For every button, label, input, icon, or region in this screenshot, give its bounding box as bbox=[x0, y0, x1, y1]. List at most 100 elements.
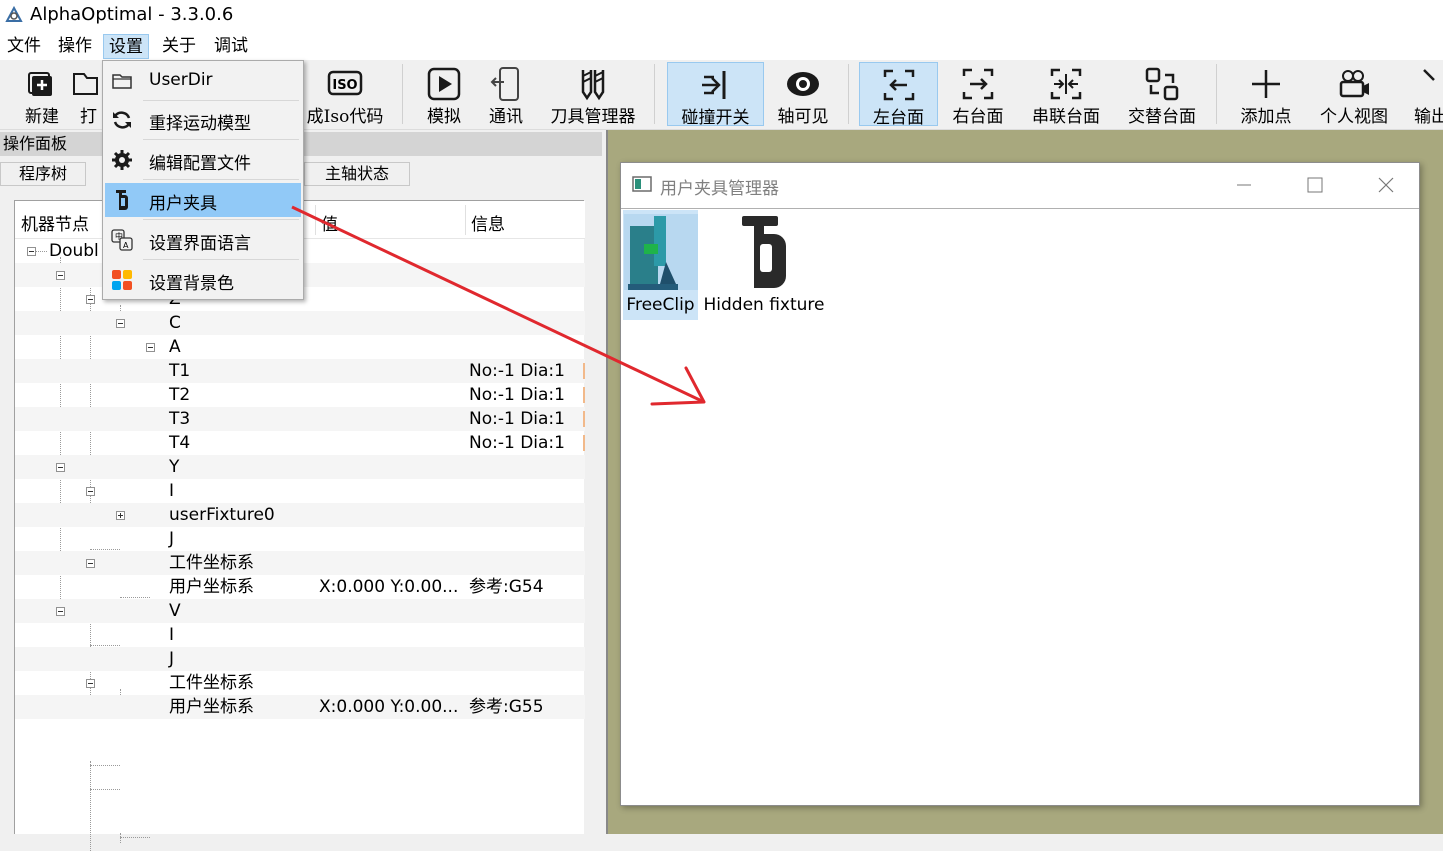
menu-debug[interactable]: 调试 bbox=[209, 34, 253, 59]
collision-icon bbox=[701, 71, 725, 99]
window-icon bbox=[632, 176, 652, 192]
tree-row[interactable]: J bbox=[15, 647, 585, 671]
tree-row[interactable]: Y bbox=[15, 455, 585, 479]
simulate-button[interactable]: 模拟 bbox=[416, 62, 472, 127]
tree-row[interactable]: T1 No:-1 Dia:1 bbox=[15, 359, 585, 383]
menu-bar: 文件 操作 设置 关于 调试 bbox=[0, 32, 1443, 60]
svg-text:ISO: ISO bbox=[332, 78, 357, 93]
tree-row[interactable]: T3 No:-1 Dia:1 bbox=[15, 407, 585, 431]
tree-row[interactable]: A bbox=[15, 335, 585, 359]
iso-icon: ISO bbox=[327, 70, 363, 96]
tree-row[interactable]: T2 No:-1 Dia:1 bbox=[15, 383, 585, 407]
alternate-table-icon bbox=[1145, 67, 1179, 101]
add-point-button[interactable]: 添加点 bbox=[1236, 62, 1296, 127]
right-table-button[interactable]: 右台面 bbox=[945, 62, 1011, 127]
tree-row[interactable]: userFixture0 bbox=[15, 503, 585, 527]
tree-row[interactable]: I bbox=[15, 479, 585, 503]
tree-row[interactable]: 工件坐标系 bbox=[15, 671, 585, 695]
serial-table-icon bbox=[1050, 68, 1082, 100]
minimize-icon[interactable] bbox=[1224, 169, 1264, 201]
menu-item-interface-language[interactable]: 中 A 设置界面语言 bbox=[105, 223, 301, 257]
tree-row[interactable]: J bbox=[15, 527, 585, 551]
collapse-toggle-icon[interactable] bbox=[56, 607, 65, 616]
app-logo-icon bbox=[5, 5, 23, 22]
clamp-icon bbox=[116, 190, 128, 210]
menu-item-userdir[interactable]: UserDir bbox=[105, 64, 301, 98]
column-value[interactable]: 值 bbox=[321, 210, 338, 235]
menu-item-reselect-motion-model[interactable]: 重择运动模型 bbox=[105, 103, 301, 137]
left-table-button[interactable]: 左台面 bbox=[859, 62, 938, 128]
svg-text:中: 中 bbox=[115, 231, 123, 241]
menu-operation[interactable]: 操作 bbox=[53, 34, 97, 59]
serial-table-button[interactable]: 串联台面 bbox=[1026, 62, 1106, 127]
collapse-toggle-icon[interactable] bbox=[86, 487, 95, 496]
dialog-title: 用户夹具管理器 bbox=[660, 179, 779, 199]
new-button[interactable]: 新建 bbox=[14, 62, 70, 127]
chevron-icon bbox=[1423, 69, 1435, 81]
eye-icon bbox=[787, 72, 819, 96]
refresh-icon bbox=[113, 111, 131, 129]
title-bar: AlphaOptimal - 3.3.0.6 bbox=[0, 0, 1443, 32]
collapse-toggle-icon[interactable] bbox=[86, 559, 95, 568]
collapse-toggle-icon[interactable] bbox=[116, 319, 125, 328]
fixture-item-hidden[interactable]: Hidden fixture bbox=[703, 210, 825, 320]
fixture-list: FreeClip Hidden fixture bbox=[621, 208, 1419, 805]
tree-row[interactable]: T4 No:-1 Dia:1 bbox=[15, 431, 585, 455]
expand-toggle-icon[interactable] bbox=[116, 511, 125, 520]
menu-about[interactable]: 关于 bbox=[157, 34, 201, 59]
fixture-label: FreeClip bbox=[626, 295, 695, 315]
maximize-icon[interactable] bbox=[1295, 169, 1335, 201]
svg-text:A: A bbox=[123, 241, 129, 250]
left-table-icon bbox=[883, 69, 914, 101]
dialog-title-bar[interactable]: 用户夹具管理器 bbox=[621, 163, 1419, 208]
alternate-table-button[interactable]: 交替台面 bbox=[1122, 62, 1202, 127]
clamp-icon bbox=[742, 216, 786, 288]
fixture-item-freeclip[interactable]: FreeClip bbox=[623, 210, 698, 320]
plus-icon bbox=[1252, 70, 1280, 98]
fixture-manager-dialog: 用户夹具管理器 FreeClip Hidden fixture bbox=[620, 162, 1420, 806]
fixture-label: Hidden fixture bbox=[703, 295, 825, 315]
close-icon[interactable] bbox=[1365, 169, 1405, 201]
axis-visible-button[interactable]: 轴可见 bbox=[772, 62, 834, 127]
splitter[interactable] bbox=[606, 130, 608, 834]
tree-row[interactable]: 用户坐标系 X:0.000 Y:0.00... 参考:G55 bbox=[15, 695, 585, 719]
output-button[interactable]: 输出 bbox=[1410, 62, 1443, 126]
freeclip-fixture-icon bbox=[623, 214, 698, 290]
menu-settings[interactable]: 设置 bbox=[103, 34, 149, 59]
gear-icon bbox=[112, 150, 132, 170]
generate-iso-button[interactable]: ISO 成Iso代码 bbox=[300, 62, 390, 127]
open-button[interactable]: 打 bbox=[73, 62, 104, 127]
collapse-toggle-icon[interactable] bbox=[56, 463, 65, 472]
tree-row[interactable]: 用户坐标系 X:0.000 Y:0.00... 参考:G54 bbox=[15, 575, 585, 599]
collapse-toggle-icon[interactable] bbox=[146, 343, 155, 352]
column-node[interactable]: 机器节点 bbox=[21, 210, 89, 235]
collapse-toggle-icon[interactable] bbox=[27, 247, 36, 256]
translate-icon: 中 A bbox=[111, 229, 133, 251]
tool-manager-button[interactable]: 刀具管理器 bbox=[542, 62, 644, 127]
phone-icon bbox=[490, 67, 519, 101]
right-table-icon bbox=[962, 68, 994, 100]
collision-toggle-button[interactable]: 碰撞开关 bbox=[667, 62, 764, 128]
tab-program-tree[interactable]: 程序树 bbox=[0, 162, 86, 186]
comm-button[interactable]: 通讯 bbox=[478, 62, 534, 127]
video-camera-icon bbox=[1339, 70, 1369, 98]
tab-spindle-status[interactable]: 主轴状态 bbox=[304, 162, 410, 186]
collapse-toggle-icon[interactable] bbox=[56, 271, 65, 280]
collapse-toggle-icon[interactable] bbox=[86, 679, 95, 688]
menu-item-user-fixture[interactable]: 用户夹具 bbox=[105, 183, 301, 217]
tree-row[interactable]: V bbox=[15, 599, 585, 623]
tool-icon bbox=[581, 70, 605, 101]
collapse-toggle-icon[interactable] bbox=[86, 295, 95, 304]
settings-dropdown-menu: UserDir 重择运动模型 编辑配置文件 用户夹具 中 A 设置界面语言 设置… bbox=[102, 60, 304, 300]
column-info[interactable]: 信息 bbox=[471, 210, 505, 235]
tree-row[interactable]: I bbox=[15, 623, 585, 647]
menu-file[interactable]: 文件 bbox=[2, 34, 46, 59]
play-icon bbox=[427, 67, 461, 101]
menu-item-edit-config[interactable]: 编辑配置文件 bbox=[105, 143, 301, 177]
open-folder-icon bbox=[73, 73, 98, 95]
tree-row[interactable]: C bbox=[15, 311, 585, 335]
menu-item-background-color[interactable]: 设置背景色 bbox=[105, 263, 301, 297]
app-title: AlphaOptimal - 3.3.0.6 bbox=[30, 4, 234, 25]
tree-row[interactable]: 工件坐标系 bbox=[15, 551, 585, 575]
personal-view-button[interactable]: 个人视图 bbox=[1314, 62, 1394, 127]
